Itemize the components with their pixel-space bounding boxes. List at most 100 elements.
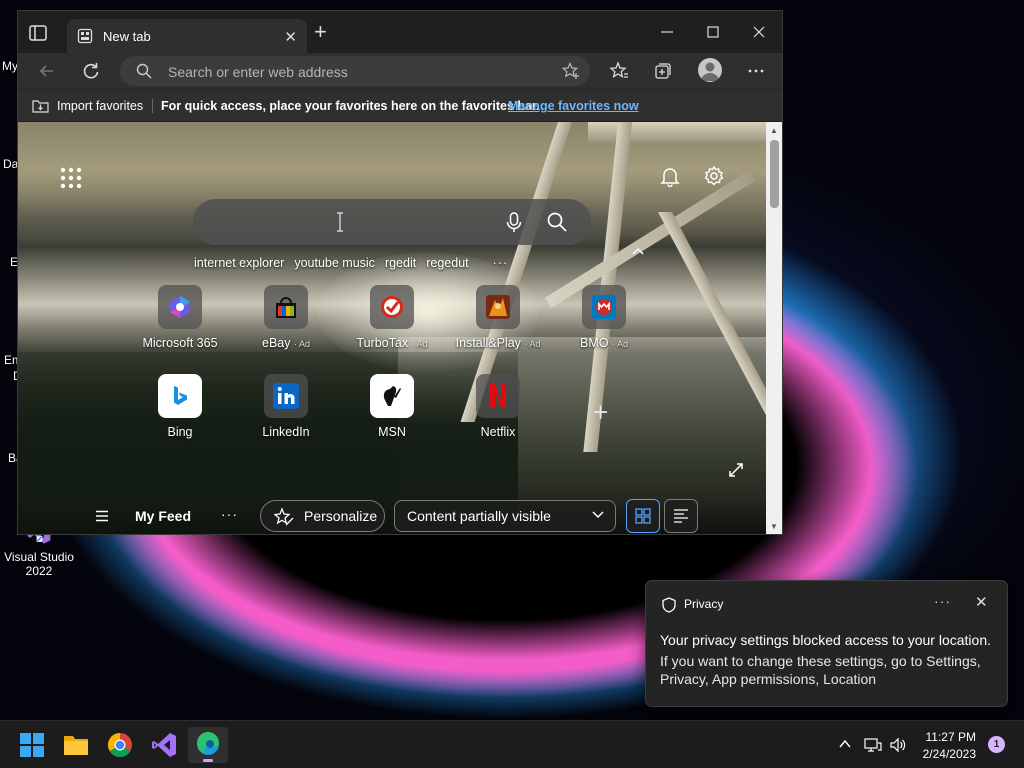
new-tab-page-icon [77, 28, 93, 44]
import-folder-icon [32, 100, 49, 113]
suggestion-chip[interactable]: youtube music [294, 256, 375, 270]
favorites-icon[interactable] [609, 61, 629, 81]
refresh-icon[interactable] [81, 61, 101, 81]
quick-link-turbotax[interactable]: TurboTax · Ad [337, 285, 447, 350]
new-tab-page: internet explorer youtube music rgedit r… [18, 122, 766, 534]
list-view-button[interactable] [664, 499, 698, 533]
scrollbar-thumb[interactable] [770, 140, 779, 208]
quick-link-netflix[interactable]: Netflix [443, 374, 553, 439]
manage-favorites-link[interactable]: Manage favorites now [508, 99, 639, 113]
vertical-scrollbar[interactable]: ▲ ▼ [766, 122, 782, 534]
tab-new-tab[interactable]: New tab ✕ [67, 19, 307, 53]
netflix-icon [490, 384, 506, 408]
collections-icon[interactable] [653, 61, 673, 81]
tile-icon-box [370, 285, 414, 329]
text-cursor-icon [337, 212, 343, 232]
quick-link-bing[interactable]: Bing [125, 374, 235, 439]
personalize-button[interactable]: Personalize [260, 500, 385, 532]
privacy-notification-toast[interactable]: Privacy ··· ✕ Your privacy settings bloc… [645, 580, 1008, 707]
import-favorites-label: Import favorites [57, 98, 144, 113]
minimize-icon[interactable] [658, 23, 676, 41]
scroll-up-arrow-icon[interactable]: ▲ [770, 126, 778, 135]
back-icon[interactable] [37, 61, 57, 81]
my-feed-tab[interactable]: My Feed [135, 508, 191, 524]
clock[interactable]: 11:27 PM 2/24/2023 [916, 729, 976, 763]
visual-studio-icon [152, 733, 176, 757]
quick-link-microsoft-365[interactable]: Microsoft 365 [125, 285, 235, 350]
browser-toolbar: Search or enter web address [18, 53, 782, 89]
ebay-icon [276, 297, 296, 318]
settings-and-more-icon[interactable] [746, 61, 766, 81]
clock-time: 11:27 PM [925, 730, 976, 744]
sparkle-pen-icon [274, 507, 294, 526]
maximize-icon[interactable] [704, 23, 722, 41]
taskbar-edge[interactable] [188, 727, 228, 763]
tile-label: MSN [378, 425, 406, 439]
add-quick-link-button[interactable]: + [593, 397, 608, 428]
network-icon[interactable] [864, 737, 882, 753]
taskbar-file-explorer[interactable] [56, 727, 96, 763]
msn-icon [383, 386, 401, 406]
install-play-icon [486, 295, 510, 319]
bell-icon[interactable] [659, 165, 681, 187]
scroll-down-arrow-icon[interactable]: ▼ [770, 522, 778, 531]
notification-count-badge[interactable]: 1 [988, 736, 1005, 753]
search-icon[interactable] [546, 211, 568, 233]
ad-badge: · Ad [611, 339, 628, 349]
feed-more-button[interactable]: ··· [221, 506, 238, 522]
background-plane-wing [588, 122, 766, 142]
quick-link-msn[interactable]: MSN [337, 374, 447, 439]
taskbar-visual-studio[interactable] [144, 727, 184, 763]
chevron-down-icon [592, 511, 604, 519]
close-tab-icon[interactable]: ✕ [284, 28, 297, 46]
suggestion-chip[interactable]: internet explorer [194, 256, 284, 270]
tile-icon-box [476, 285, 520, 329]
gear-icon[interactable] [703, 165, 725, 187]
clock-date: 2/24/2023 [922, 747, 976, 761]
tile-label: Netflix [480, 425, 516, 439]
active-app-indicator [203, 759, 213, 762]
toast-heading: Your privacy settings blocked access to … [660, 632, 991, 648]
folder-icon [64, 736, 88, 755]
person-icon [701, 62, 719, 81]
tile-label: BMO [580, 336, 609, 350]
toast-close-icon[interactable]: ✕ [975, 593, 988, 611]
toast-more-button[interactable]: ··· [934, 593, 951, 609]
address-bar[interactable]: Search or enter web address [120, 56, 590, 86]
favorites-bar: Import favorites For quick access, place… [18, 89, 782, 121]
close-window-icon[interactable] [750, 23, 768, 41]
desktop-icon-label-fragment[interactable]: My [2, 59, 18, 73]
shield-icon [662, 597, 676, 613]
quick-link-install-play[interactable]: Install&Play · Ad [443, 285, 553, 350]
bing-icon [174, 386, 187, 405]
tab-actions-icon[interactable] [28, 24, 48, 42]
suggestion-chip[interactable]: rgedit [385, 256, 416, 270]
quick-link-linkedin[interactable]: LinkedIn [231, 374, 341, 439]
grid-view-button[interactable] [626, 499, 660, 533]
tile-icon-box [264, 374, 308, 418]
app-launcher-icon[interactable] [60, 167, 82, 189]
taskbar-chrome[interactable] [100, 727, 140, 763]
tile-icon-box [158, 374, 202, 418]
content-visibility-select[interactable]: Content partially visible [394, 500, 616, 532]
ad-badge: · Ad [411, 339, 428, 349]
volume-icon[interactable] [889, 737, 907, 753]
expand-icon[interactable] [728, 462, 744, 478]
suggestion-chip[interactable]: regedut [426, 256, 468, 270]
profile-avatar[interactable] [698, 58, 722, 82]
tile-icon-box [476, 374, 520, 418]
import-favorites-button[interactable]: Import favorites [32, 98, 143, 113]
microphone-icon[interactable] [503, 211, 525, 233]
menu-icon[interactable] [95, 510, 109, 522]
new-tab-button[interactable]: + [314, 21, 327, 43]
quick-link-ebay[interactable]: eBay · Ad [231, 285, 341, 350]
more-suggestions-button[interactable]: ··· [493, 256, 509, 270]
grid-icon [635, 508, 651, 524]
add-favorite-icon[interactable] [562, 62, 580, 80]
chevron-up-icon[interactable] [838, 737, 852, 751]
start-button[interactable] [12, 727, 52, 763]
quick-link-bmo[interactable]: BMO · Ad [549, 285, 659, 350]
web-search-box[interactable] [193, 199, 591, 245]
chevron-up-icon[interactable] [631, 246, 645, 256]
tile-label: LinkedIn [262, 425, 310, 439]
